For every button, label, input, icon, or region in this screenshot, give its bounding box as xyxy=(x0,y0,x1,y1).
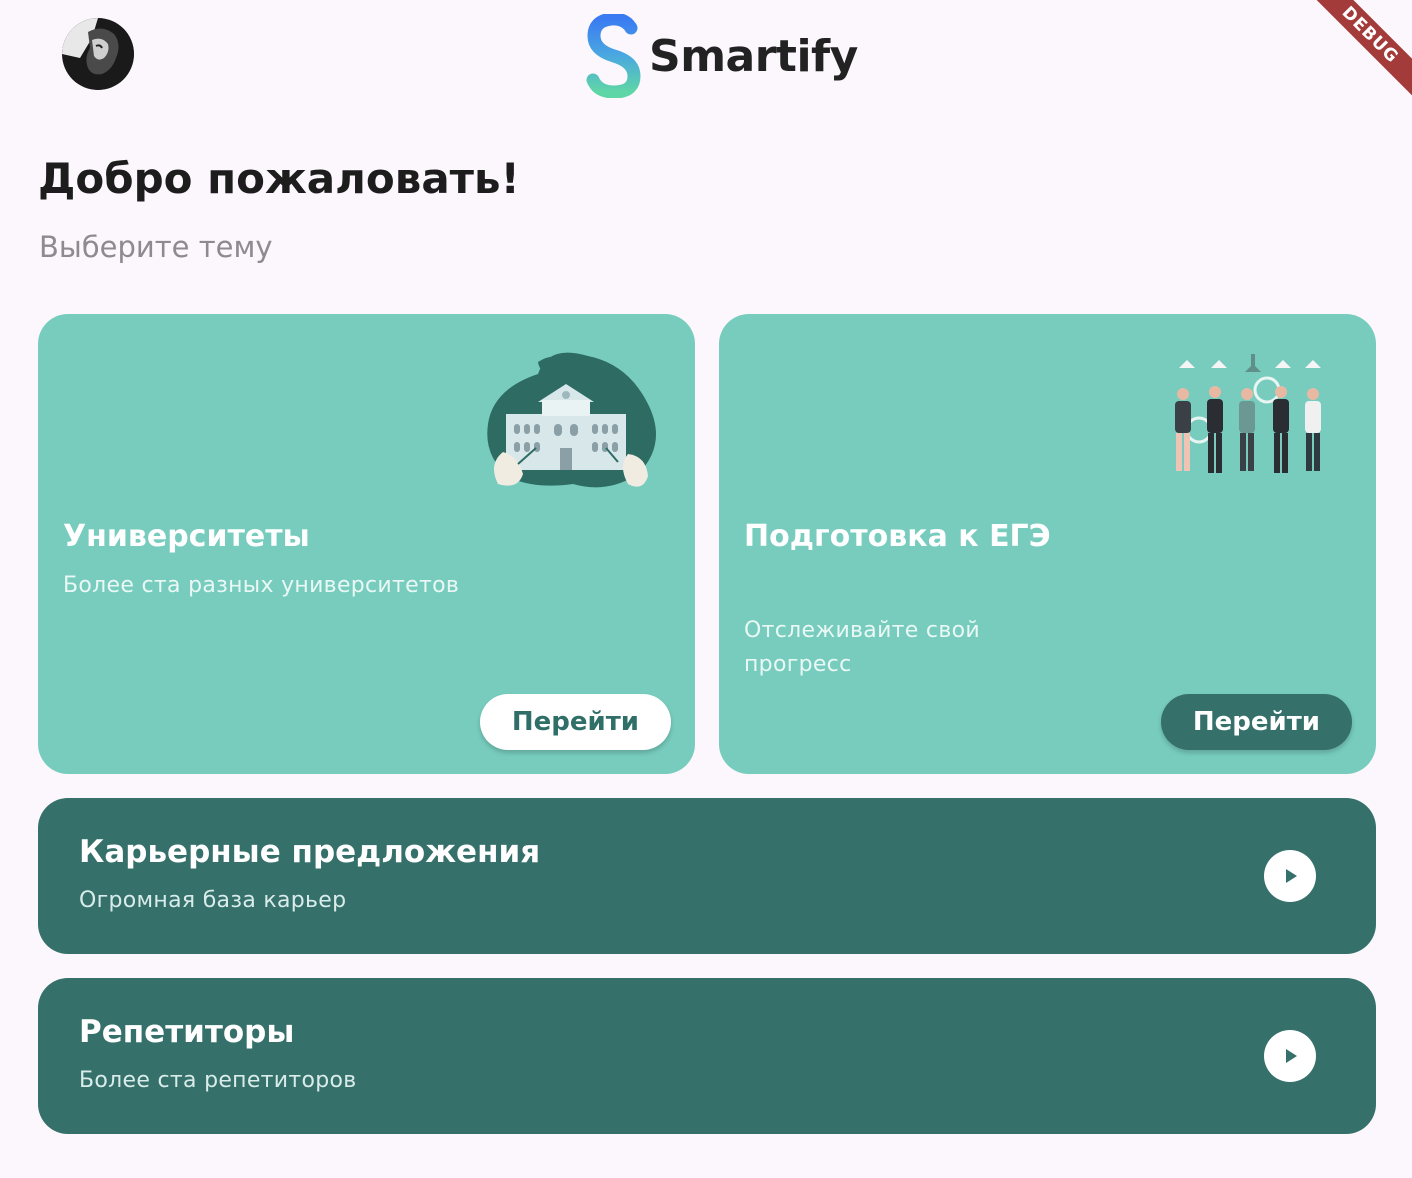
user-avatar[interactable] xyxy=(62,18,134,90)
play-button-tutors[interactable] xyxy=(1264,1030,1316,1082)
card-description: Более ста разных университетов xyxy=(63,573,460,598)
banner-title: Карьерные предложения xyxy=(79,834,541,870)
card-title: Университеты xyxy=(63,519,310,554)
banner-title: Репетиторы xyxy=(79,1014,295,1050)
banner-description: Более ста репетиторов xyxy=(79,1068,357,1093)
go-button-universities[interactable]: Перейти xyxy=(479,694,671,750)
app-logo: Smartify xyxy=(585,14,858,98)
page-title: Добро пожаловать! xyxy=(38,154,520,203)
banner-description: Огромная база карьер xyxy=(79,888,347,913)
debug-banner: DEBUG xyxy=(1304,0,1412,101)
banner-tutors[interactable]: Репетиторы Более ста репетиторов xyxy=(38,978,1376,1134)
page-subtitle: Выберите тему xyxy=(39,230,273,264)
card-description: Отслеживайте свой прогресс xyxy=(744,618,980,677)
card-title: Подготовка к ЕГЭ xyxy=(744,519,1051,554)
play-button-careers[interactable] xyxy=(1264,850,1316,902)
banner-career-offers[interactable]: Карьерные предложения Огромная база карь… xyxy=(38,798,1376,954)
smartify-logo-icon xyxy=(586,14,641,98)
go-button-ege-prep[interactable]: Перейти xyxy=(1160,694,1352,750)
play-icon xyxy=(1286,1049,1297,1063)
university-building-illustration xyxy=(487,352,656,488)
avatar-image xyxy=(62,18,134,90)
people-group-illustration xyxy=(1175,354,1321,473)
brand-name: Smartify xyxy=(649,30,858,82)
card-universities: Университеты Более ста разных университе… xyxy=(38,314,695,774)
card-ege-prep: Подготовка к ЕГЭ Отслеживайте свой прогр… xyxy=(719,314,1376,774)
play-icon xyxy=(1286,869,1297,883)
